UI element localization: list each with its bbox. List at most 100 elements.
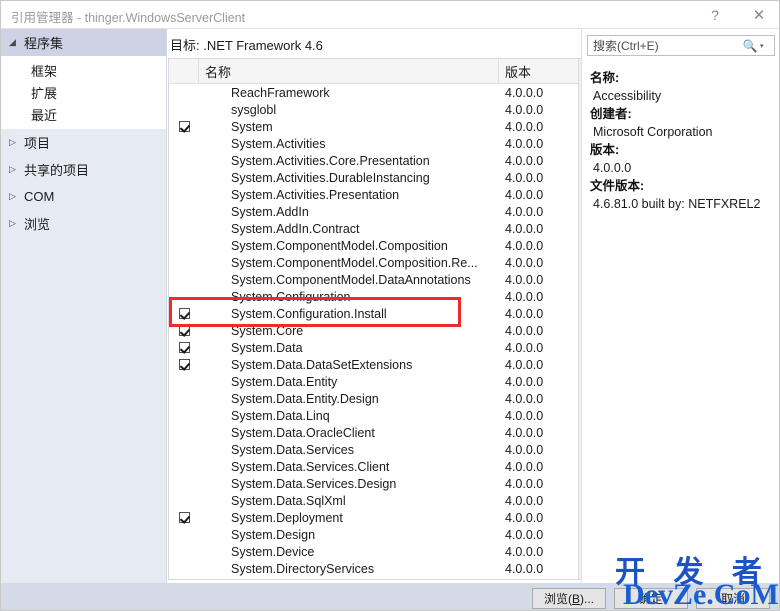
table-row[interactable]: System.Activities.Presentation 4.0.0.0 (169, 186, 578, 203)
cell-assembly-name: System.Data.Services (231, 442, 354, 457)
checkbox-checked-icon[interactable] (178, 342, 190, 353)
table-row[interactable]: System.Data.Services.Client 4.0.0.0 (169, 458, 578, 475)
help-icon[interactable]: ? (695, 1, 735, 29)
table-row[interactable]: System.AddIn 4.0.0.0 (169, 203, 578, 220)
row-checkbox-cell[interactable] (169, 118, 199, 135)
row-checkbox-cell[interactable] (169, 560, 199, 577)
details-panel: 🔍 ▾ 名称: Accessibility 创建者: Microsoft Cor… (581, 29, 779, 583)
cell-assembly-name: System.Data.DataSetExtensions (231, 357, 413, 372)
sidebar-item-label: 浏览 (24, 217, 51, 232)
row-checkbox-cell[interactable] (169, 475, 199, 492)
checkbox-checked-icon[interactable] (178, 359, 190, 370)
table-row[interactable]: System.Data 4.0.0.0 (169, 339, 578, 356)
column-header-check[interactable] (169, 59, 199, 83)
sidebar-item-com[interactable]: ▷ COM (1, 183, 166, 210)
chevron-right-icon: ▷ (9, 164, 16, 174)
target-framework-label: 目标: .NET Framework 4.6 (170, 38, 323, 53)
checkbox-checked-icon[interactable] (178, 325, 190, 336)
cell-assembly-version: 4.0.0.0 (505, 476, 544, 491)
detail-value-creator: Microsoft Corporation (593, 125, 713, 139)
table-row[interactable]: System.Activities 4.0.0.0 (169, 135, 578, 152)
search-box[interactable]: 🔍 ▾ (587, 35, 775, 56)
table-row[interactable]: System.ComponentModel.Composition 4.0.0.0 (169, 237, 578, 254)
table-row[interactable]: System.AddIn.Contract 4.0.0.0 (169, 220, 578, 237)
table-row[interactable]: System.Data.SqlXml 4.0.0.0 (169, 492, 578, 509)
row-checkbox-cell[interactable] (169, 509, 199, 526)
table-row[interactable]: System 4.0.0.0 (169, 118, 578, 135)
cell-assembly-version: 4.0.0.0 (505, 323, 544, 338)
table-row[interactable]: System.ComponentModel.Composition.Re... 4… (169, 254, 578, 271)
table-row[interactable]: System.Data.Services.Design 4.0.0.0 (169, 475, 578, 492)
row-checkbox-cell[interactable] (169, 237, 199, 254)
search-input[interactable] (588, 37, 740, 54)
cell-assembly-version: 4.0.0.0 (505, 408, 544, 423)
listview-header: 名称 版本 (169, 59, 578, 84)
cell-assembly-version: 4.0.0.0 (505, 493, 544, 508)
column-header-name[interactable]: 名称 (199, 59, 499, 83)
browse-button[interactable]: 浏览(B)... (532, 588, 606, 609)
table-row[interactable]: System.Data.Entity 4.0.0.0 (169, 373, 578, 390)
column-header-version[interactable]: 版本 (499, 59, 578, 83)
row-checkbox-cell[interactable] (169, 543, 199, 560)
table-row[interactable]: System.Data.DataSetExtensions 4.0.0.0 (169, 356, 578, 373)
table-row[interactable]: System.Configuration 4.0.0.0 (169, 288, 578, 305)
assembly-listview[interactable]: 名称 版本 ReachFramework 4.0.0.0 sysglobl 4.0.0… (168, 58, 579, 580)
checkbox-checked-icon[interactable] (178, 121, 190, 132)
cell-assembly-name: System.AddIn.Contract (231, 221, 360, 236)
row-checkbox-cell[interactable] (169, 526, 199, 543)
row-checkbox-cell[interactable] (169, 492, 199, 509)
table-row[interactable]: System.Data.OracleClient 4.0.0.0 (169, 424, 578, 441)
row-checkbox-cell[interactable] (169, 152, 199, 169)
row-checkbox-cell[interactable] (169, 441, 199, 458)
checkbox-checked-icon[interactable] (178, 308, 190, 319)
sidebar-item-framework[interactable]: 框架 (1, 59, 166, 81)
row-checkbox-cell[interactable] (169, 322, 199, 339)
table-row[interactable]: System.Device 4.0.0.0 (169, 543, 578, 560)
sidebar-item-projects[interactable]: ▷ 项目 (1, 129, 166, 156)
table-row[interactable]: System.Core 4.0.0.0 (169, 322, 578, 339)
cell-assembly-version: 4.0.0.0 (505, 204, 544, 219)
checkbox-checked-icon[interactable] (178, 512, 190, 523)
sidebar-item-extensions[interactable]: 扩展 (1, 81, 166, 103)
row-checkbox-cell[interactable] (169, 84, 199, 101)
row-checkbox-cell[interactable] (169, 339, 199, 356)
row-checkbox-cell[interactable] (169, 203, 199, 220)
row-checkbox-cell[interactable] (169, 356, 199, 373)
row-checkbox-cell[interactable] (169, 254, 199, 271)
sidebar-item-recent[interactable]: 最近 (1, 103, 166, 125)
row-checkbox-cell[interactable] (169, 169, 199, 186)
close-icon[interactable]: ✕ (739, 1, 779, 29)
table-row[interactable]: System.Activities.DurableInstancing 4.0.0… (169, 169, 578, 186)
search-icon[interactable]: 🔍 (740, 39, 760, 53)
row-checkbox-cell[interactable] (169, 288, 199, 305)
table-row[interactable]: sysglobl 4.0.0.0 (169, 101, 578, 118)
row-checkbox-cell[interactable] (169, 220, 199, 237)
table-row[interactable]: System.Data.Services 4.0.0.0 (169, 441, 578, 458)
row-checkbox-cell[interactable] (169, 135, 199, 152)
table-row[interactable]: System.Design 4.0.0.0 (169, 526, 578, 543)
table-row[interactable]: System.Data.Entity.Design 4.0.0.0 (169, 390, 578, 407)
table-row[interactable]: System.Data.Linq 4.0.0.0 (169, 407, 578, 424)
row-checkbox-cell[interactable] (169, 458, 199, 475)
table-row[interactable]: System.Configuration.Install 4.0.0.0 (169, 305, 578, 322)
table-row[interactable]: System.Activities.Core.Presentation 4.0.0… (169, 152, 578, 169)
row-checkbox-cell[interactable] (169, 186, 199, 203)
row-checkbox-cell[interactable] (169, 271, 199, 288)
row-checkbox-cell[interactable] (169, 424, 199, 441)
table-row[interactable]: ReachFramework 4.0.0.0 (169, 84, 578, 101)
row-checkbox-cell[interactable] (169, 101, 199, 118)
table-row[interactable]: System.Deployment 4.0.0.0 (169, 509, 578, 526)
watermark-line2: DevZe.CoM (623, 578, 779, 611)
row-checkbox-cell[interactable] (169, 305, 199, 322)
row-checkbox-cell[interactable] (169, 390, 199, 407)
sidebar-item-browse[interactable]: ▷ 浏览 (1, 210, 166, 237)
table-row[interactable]: System.DirectoryServices 4.0.0.0 (169, 560, 578, 577)
cell-assembly-name: System.Design (231, 527, 316, 542)
sidebar-item-shared-projects[interactable]: ▷ 共享的项目 (1, 156, 166, 183)
cell-assembly-name: System.ComponentModel.Composition.Re... (231, 255, 478, 270)
table-row[interactable]: System.ComponentModel.DataAnnotations 4.0… (169, 271, 578, 288)
row-checkbox-cell[interactable] (169, 373, 199, 390)
sidebar-item-assemblies[interactable]: ◢ 程序集 (1, 29, 166, 56)
chevron-down-icon[interactable]: ▾ (760, 42, 770, 50)
row-checkbox-cell[interactable] (169, 407, 199, 424)
